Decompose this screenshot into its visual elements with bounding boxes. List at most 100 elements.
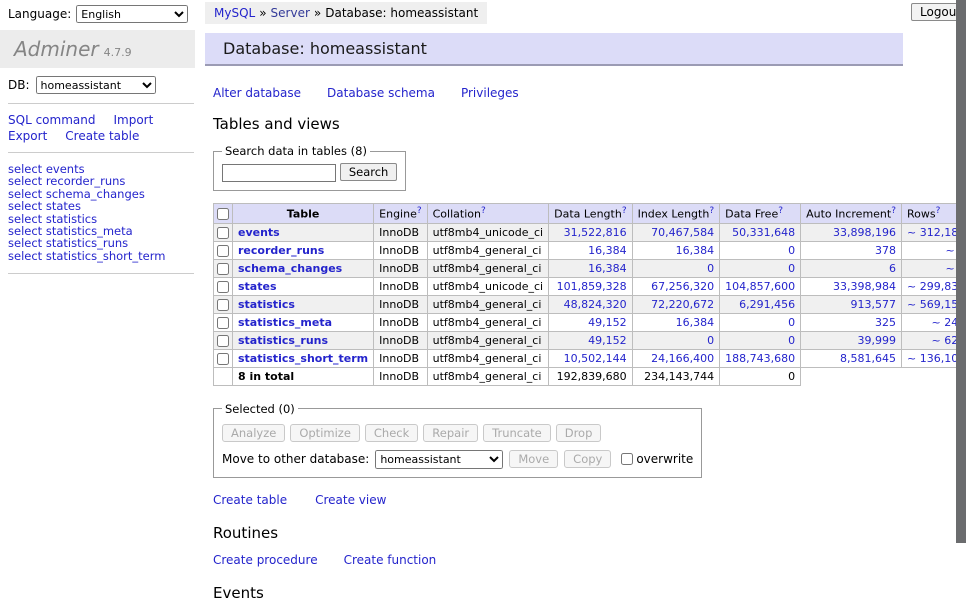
data-free-link[interactable]: 104,857,600	[725, 280, 795, 293]
auto-increment-link[interactable]: 325	[875, 316, 896, 329]
db-label: DB:	[8, 78, 30, 92]
row-checkbox[interactable]	[217, 317, 229, 329]
selected-action-button[interactable]: Check	[365, 424, 418, 442]
row-checkbox[interactable]	[217, 263, 229, 275]
selected-action-button[interactable]: Repair	[423, 424, 478, 442]
table-name-link[interactable]: states	[238, 280, 277, 293]
index-length-link[interactable]: 67,256,320	[651, 280, 714, 293]
data-length-link[interactable]: 49,152	[588, 316, 627, 329]
data-free-link[interactable]: 0	[788, 334, 795, 347]
data-free-link[interactable]: 50,331,648	[732, 226, 795, 239]
data-free-link[interactable]: 0	[788, 244, 795, 257]
sidebar-select-table-link[interactable]: select statistics_runs	[8, 237, 194, 249]
table-name-link[interactable]: statistics_runs	[238, 334, 328, 347]
data-length-link[interactable]: 16,384	[588, 262, 627, 275]
table-row: statistics_short_term InnoDB utf8mb4_gen…	[214, 349, 966, 367]
row-checkbox[interactable]	[217, 281, 229, 293]
help-icon[interactable]: ?	[891, 206, 896, 216]
selected-action-button[interactable]: Optimize	[290, 424, 360, 442]
data-length-link[interactable]: 49,152	[588, 334, 627, 347]
table-name-link[interactable]: events	[238, 226, 280, 239]
overwrite-checkbox[interactable]	[621, 453, 633, 465]
row-checkbox[interactable]	[217, 227, 229, 239]
breadcrumb-mysql-link[interactable]: MySQL	[214, 6, 255, 20]
data-length-link[interactable]: 48,824,320	[564, 298, 627, 311]
table-name-link[interactable]: statistics_short_term	[238, 352, 368, 365]
table-name-link[interactable]: statistics_meta	[238, 316, 332, 329]
index-length-link[interactable]: 16,384	[676, 244, 715, 257]
row-checkbox[interactable]	[217, 245, 229, 257]
sidebar-action-link[interactable]: Export	[8, 129, 47, 143]
engine-cell: InnoDB	[374, 295, 427, 313]
auto-increment-link[interactable]: 39,999	[858, 334, 897, 347]
row-checkbox[interactable]	[217, 299, 229, 311]
create-link[interactable]: Create view	[315, 493, 386, 507]
data-length-link[interactable]: 101,859,328	[557, 280, 627, 293]
index-length-link[interactable]: 24,166,400	[651, 352, 714, 365]
table-name-link[interactable]: statistics	[238, 298, 295, 311]
auto-increment-link[interactable]: 33,398,984	[833, 280, 896, 293]
db-select[interactable]: homeassistant	[36, 76, 156, 94]
selected-fieldset: Selected (0) AnalyzeOptimizeCheckRepairT…	[213, 402, 702, 478]
select-all-checkbox[interactable]	[217, 208, 229, 220]
sidebar-select-table-link[interactable]: select recorder_runs	[8, 175, 194, 187]
adminer-logo-name[interactable]: Adminer	[14, 37, 99, 61]
help-icon[interactable]: ?	[778, 206, 783, 216]
selected-action-button[interactable]: Drop	[556, 424, 602, 442]
move-db-select[interactable]: homeassistant	[375, 450, 503, 469]
sidebar-select-table-link[interactable]: select statistics_short_term	[8, 250, 194, 262]
search-input[interactable]	[222, 164, 336, 182]
selected-action-button[interactable]: Analyze	[222, 424, 285, 442]
copy-button[interactable]: Copy	[564, 450, 611, 468]
help-icon[interactable]: ?	[622, 206, 627, 216]
row-checkbox[interactable]	[217, 335, 229, 347]
search-button[interactable]: Search	[340, 163, 398, 181]
help-icon[interactable]: ?	[936, 206, 941, 216]
sidebar-action-link[interactable]: Import	[113, 113, 153, 127]
scrollbar[interactable]	[956, 0, 966, 543]
help-icon[interactable]: ?	[481, 206, 486, 216]
database-action-link[interactable]: Privileges	[461, 86, 519, 100]
index-length-link[interactable]: 16,384	[676, 316, 715, 329]
move-button[interactable]: Move	[509, 450, 558, 468]
data-length-link[interactable]: 16,384	[588, 244, 627, 257]
selected-action-button[interactable]: Truncate	[483, 424, 551, 442]
data-free-link[interactable]: 0	[788, 316, 795, 329]
table-name-link[interactable]: schema_changes	[238, 262, 342, 275]
data-free-link[interactable]: 6,291,456	[739, 298, 795, 311]
engine-cell: InnoDB	[374, 331, 427, 349]
language-select[interactable]: English	[76, 5, 188, 23]
data-free-link[interactable]: 0	[788, 262, 795, 275]
routine-create-link[interactable]: Create function	[344, 553, 437, 567]
tables-and-views-heading: Tables and views	[213, 115, 961, 133]
table-name-link[interactable]: recorder_runs	[238, 244, 324, 257]
table-header-row: Table Engine? Collation? Data Length? In…	[214, 204, 966, 224]
row-checkbox[interactable]	[217, 353, 229, 365]
data-free-link[interactable]: 188,743,680	[725, 352, 795, 365]
total-data-length: 192,839,680	[549, 367, 632, 385]
help-icon[interactable]: ?	[709, 206, 714, 216]
help-icon[interactable]: ?	[417, 206, 422, 216]
auto-increment-link[interactable]: 378	[875, 244, 896, 257]
index-length-link[interactable]: 70,467,584	[651, 226, 714, 239]
sidebar-action-link[interactable]: Create table	[65, 129, 139, 143]
index-length-link[interactable]: 72,220,672	[651, 298, 714, 311]
auto-increment-link[interactable]: 913,577	[851, 298, 897, 311]
sidebar-action-link[interactable]: SQL command	[8, 113, 95, 127]
database-action-link[interactable]: Database schema	[327, 86, 435, 100]
breadcrumb-separator: »	[259, 6, 266, 20]
create-link[interactable]: Create table	[213, 493, 287, 507]
index-length-link[interactable]: 0	[707, 334, 714, 347]
table-row: states InnoDB utf8mb4_unicode_ci 101,859…	[214, 277, 966, 295]
index-length-link[interactable]: 0	[707, 262, 714, 275]
auto-increment-link[interactable]: 33,898,196	[833, 226, 896, 239]
breadcrumb-server-link[interactable]: Server	[271, 6, 310, 20]
database-action-link[interactable]: Alter database	[213, 86, 301, 100]
routine-create-link[interactable]: Create procedure	[213, 553, 318, 567]
move-label: Move to other database:	[222, 452, 369, 466]
auto-increment-link[interactable]: 6	[889, 262, 896, 275]
auto-increment-link[interactable]: 8,581,645	[840, 352, 896, 365]
data-length-link[interactable]: 31,522,816	[564, 226, 627, 239]
sidebar-select-table-link[interactable]: select states	[8, 200, 194, 212]
data-length-link[interactable]: 10,502,144	[564, 352, 627, 365]
